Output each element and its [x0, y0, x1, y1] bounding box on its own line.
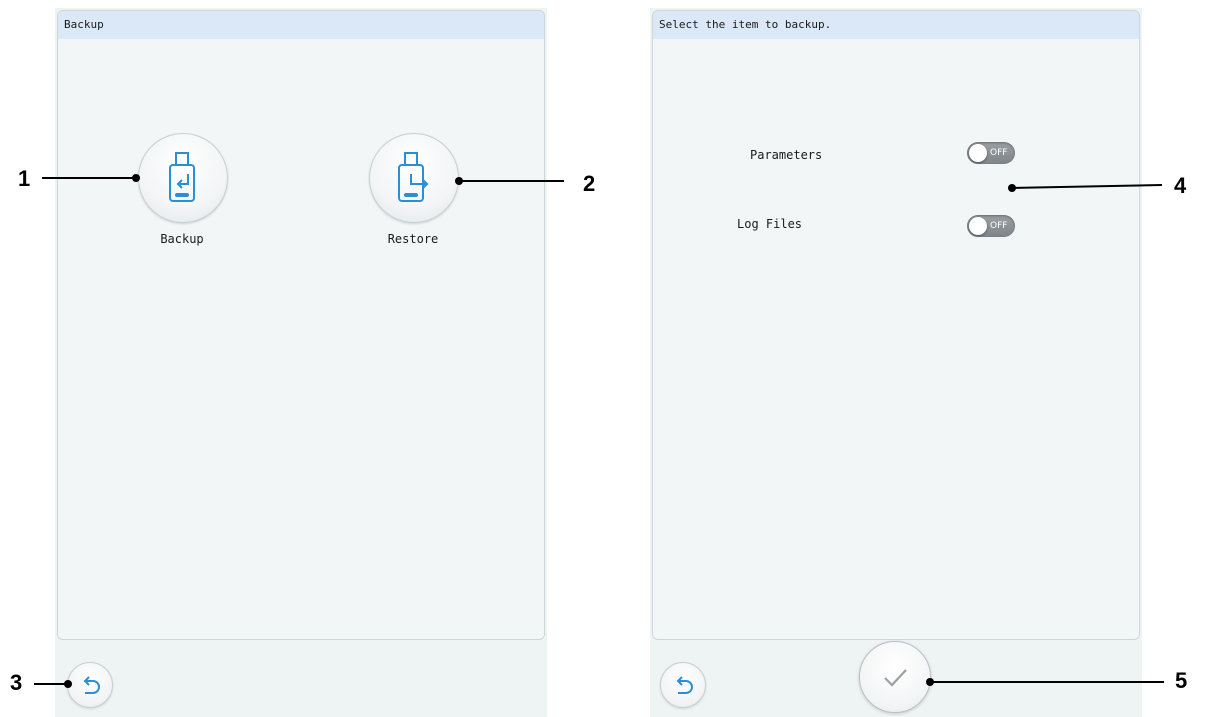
log-files-label: Log Files — [737, 217, 803, 231]
backup-label: Backup — [160, 232, 204, 246]
callout-1: 1 — [18, 166, 31, 191]
toggle-knob — [969, 144, 987, 162]
undo-arrow-icon — [676, 676, 693, 694]
undo-arrow-icon — [83, 676, 100, 694]
restore-label: Restore — [387, 232, 439, 246]
callout-5: 5 — [1175, 668, 1188, 693]
backup-screen: Backup Backup Restore — [55, 8, 547, 717]
log-files-toggle[interactable]: OFF — [967, 215, 1015, 237]
restore-button[interactable] — [369, 133, 459, 223]
back-button[interactable] — [67, 662, 113, 708]
callout-3: 3 — [10, 670, 23, 695]
backup-button[interactable] — [138, 133, 228, 223]
callout-4: 4 — [1174, 173, 1187, 198]
toggle-knob — [969, 217, 987, 235]
usb-export-icon — [398, 152, 429, 202]
select-backup-items-screen: Select the item to backup. Parameters OF… — [650, 8, 1142, 717]
toggle-state: OFF — [990, 148, 1008, 158]
toggle-state: OFF — [990, 221, 1008, 231]
usb-import-icon — [169, 152, 195, 202]
back-button[interactable] — [660, 662, 706, 708]
screen-title: Backup — [58, 11, 544, 39]
screen-title: Select the item to backup. — [653, 11, 1139, 39]
select-items-content-area: Select the item to backup. Parameters OF… — [652, 10, 1140, 640]
confirm-button[interactable] — [859, 641, 931, 713]
checkmark-icon — [884, 669, 907, 687]
backup-content-area: Backup Backup Restore — [57, 10, 545, 640]
callout-2: 2 — [583, 171, 596, 196]
parameters-toggle[interactable]: OFF — [967, 142, 1015, 164]
parameters-label: Parameters — [750, 148, 823, 162]
